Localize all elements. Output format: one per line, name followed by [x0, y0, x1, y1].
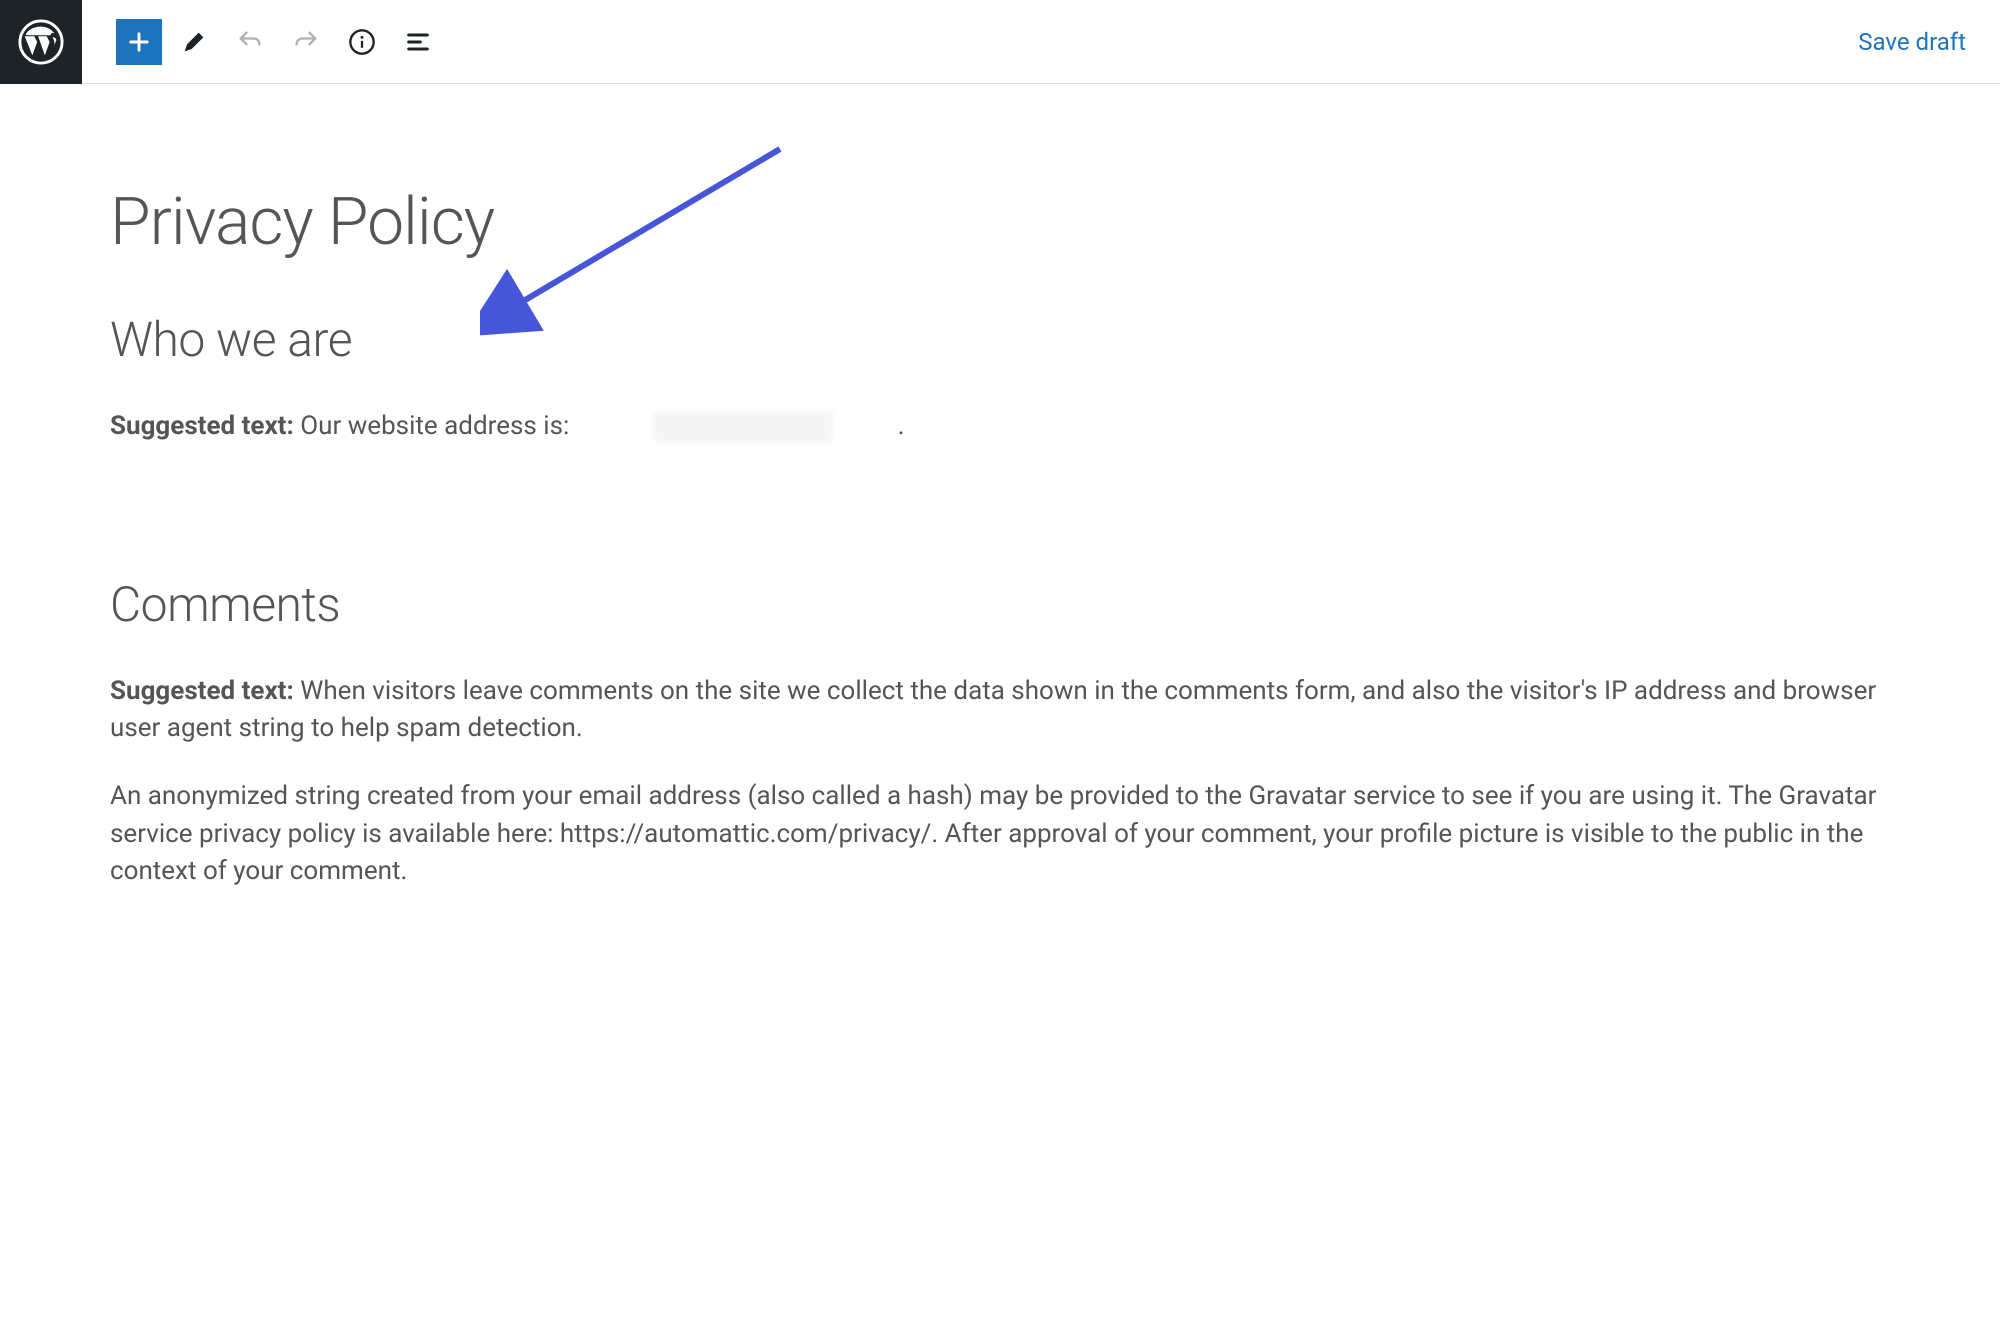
- comments-paragraph-2[interactable]: An anonymized string created from your e…: [110, 778, 1890, 891]
- info-icon: [348, 28, 376, 56]
- list-view-icon: [404, 28, 432, 56]
- add-block-button[interactable]: [116, 19, 162, 65]
- plus-icon: [125, 28, 153, 56]
- toolbar-left-group: [82, 18, 442, 66]
- editor-toolbar: Save draft: [0, 0, 2000, 84]
- undo-icon: [236, 28, 264, 56]
- details-button[interactable]: [338, 18, 386, 66]
- pencil-icon: [180, 28, 208, 56]
- who-we-are-paragraph[interactable]: Suggested text: Our website address is: …: [110, 408, 1890, 446]
- suggested-text-label: Suggested text:: [110, 676, 300, 706]
- comments-paragraph-1[interactable]: Suggested text: When visitors leave comm…: [110, 673, 1890, 748]
- undo-button[interactable]: [226, 18, 274, 66]
- outline-button[interactable]: [394, 18, 442, 66]
- wordpress-logo-button[interactable]: [0, 0, 82, 84]
- page-title[interactable]: Privacy Policy: [110, 184, 1890, 261]
- toolbar-right-group: Save draft: [1844, 18, 2000, 66]
- redacted-url: [653, 412, 833, 442]
- suggested-text-label: Suggested text:: [110, 411, 300, 441]
- redo-icon: [292, 28, 320, 56]
- comments-text-1: When visitors leave comments on the site…: [110, 676, 1876, 744]
- section-heading-who-we-are[interactable]: Who we are: [110, 311, 1890, 368]
- redo-button[interactable]: [282, 18, 330, 66]
- section-heading-comments[interactable]: Comments: [110, 576, 1890, 633]
- save-draft-button[interactable]: Save draft: [1844, 18, 1980, 66]
- wordpress-icon: [18, 19, 64, 65]
- who-we-are-text: Our website address is:: [300, 411, 569, 441]
- tools-button[interactable]: [170, 18, 218, 66]
- editor-content-area[interactable]: Privacy Policy Who we are Suggested text…: [0, 84, 2000, 891]
